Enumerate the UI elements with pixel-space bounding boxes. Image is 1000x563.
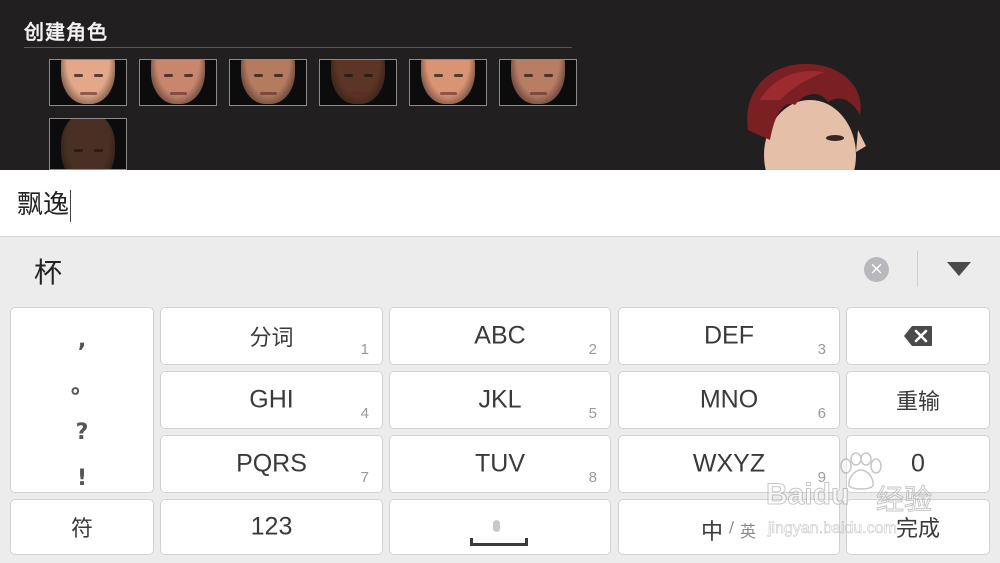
numeric-keyboard-button[interactable]: 123 xyxy=(160,499,383,555)
lang-chinese-label: 中 xyxy=(701,520,724,545)
key-label: 重输 xyxy=(895,390,940,415)
backspace-icon xyxy=(904,326,932,346)
candidate-word[interactable]: 杯 xyxy=(34,251,62,291)
key-number: 5 xyxy=(588,405,597,422)
key-number: 4 xyxy=(360,405,369,422)
symbol-button[interactable]: 符 xyxy=(10,499,154,555)
punctuation-key[interactable]: , 。 ? ! xyxy=(10,307,154,493)
done-button[interactable]: 完成 xyxy=(846,499,990,555)
language-toggle-button[interactable]: 中 / 英 xyxy=(618,499,840,555)
face-option-1[interactable] xyxy=(49,59,127,106)
key-label: MNO xyxy=(699,385,759,414)
backspace-button[interactable] xyxy=(846,307,990,365)
space-button[interactable] xyxy=(389,499,611,555)
key-label: WXYZ xyxy=(692,449,766,478)
key-1-segment[interactable]: 分词 1 xyxy=(160,307,383,365)
punct-question[interactable]: ? xyxy=(11,410,153,456)
key-label: 完成 xyxy=(895,517,940,542)
key-6-mno[interactable]: MNO 6 xyxy=(618,371,840,429)
key-label: GHI xyxy=(249,385,294,414)
key-number: 2 xyxy=(588,341,597,358)
key-number: 7 xyxy=(360,469,369,486)
space-icon xyxy=(470,538,528,546)
text-input-field[interactable]: 飘逸 xyxy=(0,170,1000,237)
text-caret xyxy=(70,189,72,222)
key-number: 8 xyxy=(588,469,597,486)
key-label: 123 xyxy=(250,512,293,541)
key-8-tuv[interactable]: TUV 8 xyxy=(389,435,611,493)
key-9-wxyz[interactable]: WXYZ 9 xyxy=(618,435,840,493)
key-label: TUV xyxy=(475,449,525,478)
game-title: 创建角色 xyxy=(24,20,108,44)
punct-period[interactable]: 。 xyxy=(11,364,153,410)
reenter-button[interactable]: 重输 xyxy=(846,371,990,429)
key-4-ghi[interactable]: GHI 4 xyxy=(160,371,383,429)
character-avatar-preview xyxy=(747,63,866,170)
key-label: PQRS xyxy=(236,449,307,478)
candidate-divider xyxy=(917,251,918,287)
key-number: 9 xyxy=(817,469,826,486)
key-label: JKL xyxy=(478,385,522,414)
game-character-creation-panel: 创建角色 xyxy=(0,0,1000,170)
face-option-6[interactable] xyxy=(499,59,577,106)
lang-separator: / xyxy=(729,518,735,536)
key-label: ABC xyxy=(474,321,526,350)
zero-key[interactable]: 0 xyxy=(846,435,990,493)
candidate-bar: 杯 × xyxy=(0,237,1000,301)
punct-exclaim[interactable]: ! xyxy=(11,456,153,502)
punct-comma[interactable]: , xyxy=(11,318,153,364)
key-number: 1 xyxy=(360,341,369,358)
key-label: 符 xyxy=(70,517,93,542)
key-5-jkl[interactable]: JKL 5 xyxy=(389,371,611,429)
key-2-abc[interactable]: ABC 2 xyxy=(389,307,611,365)
lang-english-label: 英 xyxy=(740,522,757,541)
key-label: DEF xyxy=(704,321,754,350)
key-7-pqrs[interactable]: PQRS 7 xyxy=(160,435,383,493)
key-label: 分词 xyxy=(249,326,294,351)
key-number: 6 xyxy=(817,405,826,422)
clear-icon[interactable]: × xyxy=(864,257,889,282)
input-value: 飘逸 xyxy=(17,189,72,222)
key-number: 3 xyxy=(817,341,826,358)
face-option-2[interactable] xyxy=(139,59,217,106)
face-option-7[interactable] xyxy=(49,118,127,170)
collapse-keyboard-icon[interactable] xyxy=(947,262,971,276)
face-option-4[interactable] xyxy=(319,59,397,106)
title-divider xyxy=(24,47,572,48)
key-3-def[interactable]: DEF 3 xyxy=(618,307,840,365)
face-option-3[interactable] xyxy=(229,59,307,106)
key-label: 0 xyxy=(911,449,925,478)
face-option-5[interactable] xyxy=(409,59,487,106)
microphone-icon xyxy=(493,520,500,532)
